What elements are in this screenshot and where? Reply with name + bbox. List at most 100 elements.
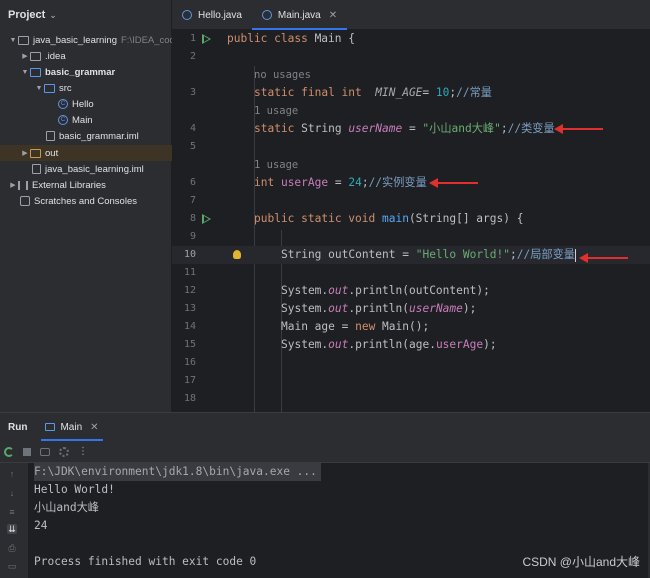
run-gutter-icon[interactable] <box>202 214 211 224</box>
line-number: 7 <box>189 195 196 206</box>
tree-item-idea[interactable]: ▶ .idea <box>0 48 172 64</box>
line-number: 16 <box>183 357 196 368</box>
close-icon[interactable]: ✕ <box>329 10 337 21</box>
tree-item-hello[interactable]: C Hello <box>0 96 172 112</box>
chevron-down-icon[interactable]: ▼ <box>34 85 44 92</box>
code-line: 15 System.out.println(age.userAge); <box>172 336 650 354</box>
code-line: 5 <box>172 138 650 156</box>
line-number: 9 <box>189 231 196 242</box>
console-line: 24 <box>34 519 48 532</box>
line-number: 1 <box>189 33 196 44</box>
tab-label: Main.java <box>277 9 321 21</box>
java-class-icon <box>261 10 272 20</box>
tree-item-java-basic-learning-iml[interactable]: java_basic_learning.iml <box>0 161 172 177</box>
console-command-line[interactable]: F:\JDK\environment\jdk1.8\bin\java.exe .… <box>34 463 321 481</box>
code-line: 8 public static void main(String[] args)… <box>172 210 650 228</box>
line-number: 14 <box>183 321 196 332</box>
scroll-to-end-icon[interactable]: ⇊ <box>7 524 17 534</box>
tree-item-basic-grammar[interactable]: ▼ basic_grammar <box>0 64 172 80</box>
code-line: 14 Main age = new Main(); <box>172 318 650 336</box>
code-line: 1 public class Main { <box>172 30 650 48</box>
tree-item-label: basic_grammar.iml <box>59 130 139 142</box>
tree-item-basic-grammar-iml[interactable]: basic_grammar.iml <box>0 128 172 144</box>
code-line: 9 <box>172 228 650 246</box>
tree-item-label: java_basic_learning <box>33 34 117 46</box>
tree-item-label: Scratches and Consoles <box>34 195 137 207</box>
tree-item-label: java_basic_learning.iml <box>45 163 144 175</box>
tree-item-external-libraries[interactable]: ▶ External Libraries <box>0 177 172 193</box>
close-icon[interactable]: ✕ <box>90 422 98 433</box>
annotation-arrow <box>579 253 628 263</box>
tab-label: Hello.java <box>198 9 242 21</box>
usage-hint[interactable]: 1 usage <box>254 102 298 120</box>
tree-item-java-basic-learning[interactable]: ▼ java_basic_learning F:\IDEA_code <box>0 32 172 48</box>
tree-item-out[interactable]: ▶ out <box>0 145 172 161</box>
console-line: Process finished with exit code 0 <box>34 555 257 568</box>
chevron-right-icon[interactable]: ▶ <box>20 52 30 60</box>
tree-item-src[interactable]: ▼ src <box>0 80 172 96</box>
line-number: 11 <box>183 267 196 278</box>
run-gutter-icon[interactable] <box>202 34 211 44</box>
line-number: 17 <box>183 375 196 386</box>
line-number: 6 <box>189 177 196 188</box>
code-line: 18 <box>172 390 650 408</box>
code-text: System.out.println(userName); <box>281 302 477 315</box>
scratches-icon <box>20 196 30 206</box>
project-panel-header[interactable]: Project ⌄ <box>0 0 171 30</box>
code-text: public static void main(String[] args) { <box>254 212 524 225</box>
more-options-icon[interactable]: ⋮ <box>78 446 88 457</box>
line-number: 13 <box>183 303 196 314</box>
annotation-arrow <box>554 124 603 134</box>
tab-main-java[interactable]: Main.java ✕ <box>251 0 348 30</box>
tree-item-scratches[interactable]: Scratches and Consoles <box>0 193 172 209</box>
code-text: static final int MIN_AGE= 10;//常量 <box>254 86 492 99</box>
code-text: System.out.println(outContent); <box>281 284 490 297</box>
chevron-down-icon[interactable]: ▼ <box>20 69 30 76</box>
tree-item-label: External Libraries <box>32 179 106 191</box>
watermark: CSDN @小山and大峰 <box>522 555 640 569</box>
print-icon[interactable]: ⎙ <box>7 543 17 553</box>
tree-item-main[interactable]: C Main <box>0 112 172 128</box>
folder-icon <box>30 51 41 61</box>
usage-hint[interactable]: 1 usage <box>254 156 298 174</box>
arrow-up-icon[interactable]: ↑ <box>7 469 17 479</box>
usage-hint[interactable]: no usages <box>254 66 311 84</box>
line-number: 8 <box>189 213 196 224</box>
stop-icon[interactable] <box>23 447 31 456</box>
code-text: Main age = new Main(); <box>281 320 430 333</box>
editor-tab-bar: Hello.java Main.java ✕ <box>172 0 650 30</box>
tree-item-label: Hello <box>72 98 94 110</box>
code-editor[interactable]: 1 public class Main { 2 no usages 3 stat… <box>172 30 650 412</box>
tab-hello-java[interactable]: Hello.java <box>172 0 252 30</box>
tree-item-label: Main <box>72 114 93 126</box>
iml-file-icon <box>32 164 41 174</box>
soft-wrap-icon[interactable]: ≡ <box>7 507 17 517</box>
gear-icon[interactable] <box>59 446 69 457</box>
source-folder-icon <box>44 83 55 93</box>
camera-icon[interactable] <box>40 447 50 456</box>
iml-file-icon <box>46 131 55 141</box>
tree-item-path-hint: F:\IDEA_code <box>120 34 172 46</box>
tree-item-label: .idea <box>45 50 66 62</box>
chevron-down-icon[interactable]: ⌄ <box>49 10 57 21</box>
lightbulb-icon[interactable] <box>233 250 241 259</box>
code-line: 16 <box>172 354 650 372</box>
run-config-icon <box>45 423 56 431</box>
project-panel-title: Project <box>8 9 46 21</box>
line-number: 5 <box>189 141 196 152</box>
rerun-icon[interactable] <box>4 446 14 457</box>
chevron-right-icon[interactable]: ▶ <box>20 149 30 157</box>
run-side-toolbar: ↑ ↓ ≡ ⇊ ⎙ ▭ <box>0 463 24 578</box>
trash-icon[interactable]: ▭ <box>7 561 17 571</box>
arrow-down-icon[interactable]: ↓ <box>7 488 17 498</box>
chevron-right-icon[interactable]: ▶ <box>8 181 18 189</box>
line-number: 18 <box>183 393 196 404</box>
code-line: 12 System.out.println(outContent); <box>172 282 650 300</box>
chevron-down-icon[interactable]: ▼ <box>8 37 18 44</box>
text-caret <box>575 248 576 262</box>
project-tool-window: Project ⌄ ▼ java_basic_learning F:\IDEA_… <box>0 0 172 412</box>
code-line: 11 <box>172 264 650 282</box>
run-tab-main[interactable]: Main ✕ <box>41 413 103 441</box>
module-folder-icon <box>30 67 41 77</box>
code-line: 7 <box>172 192 650 210</box>
